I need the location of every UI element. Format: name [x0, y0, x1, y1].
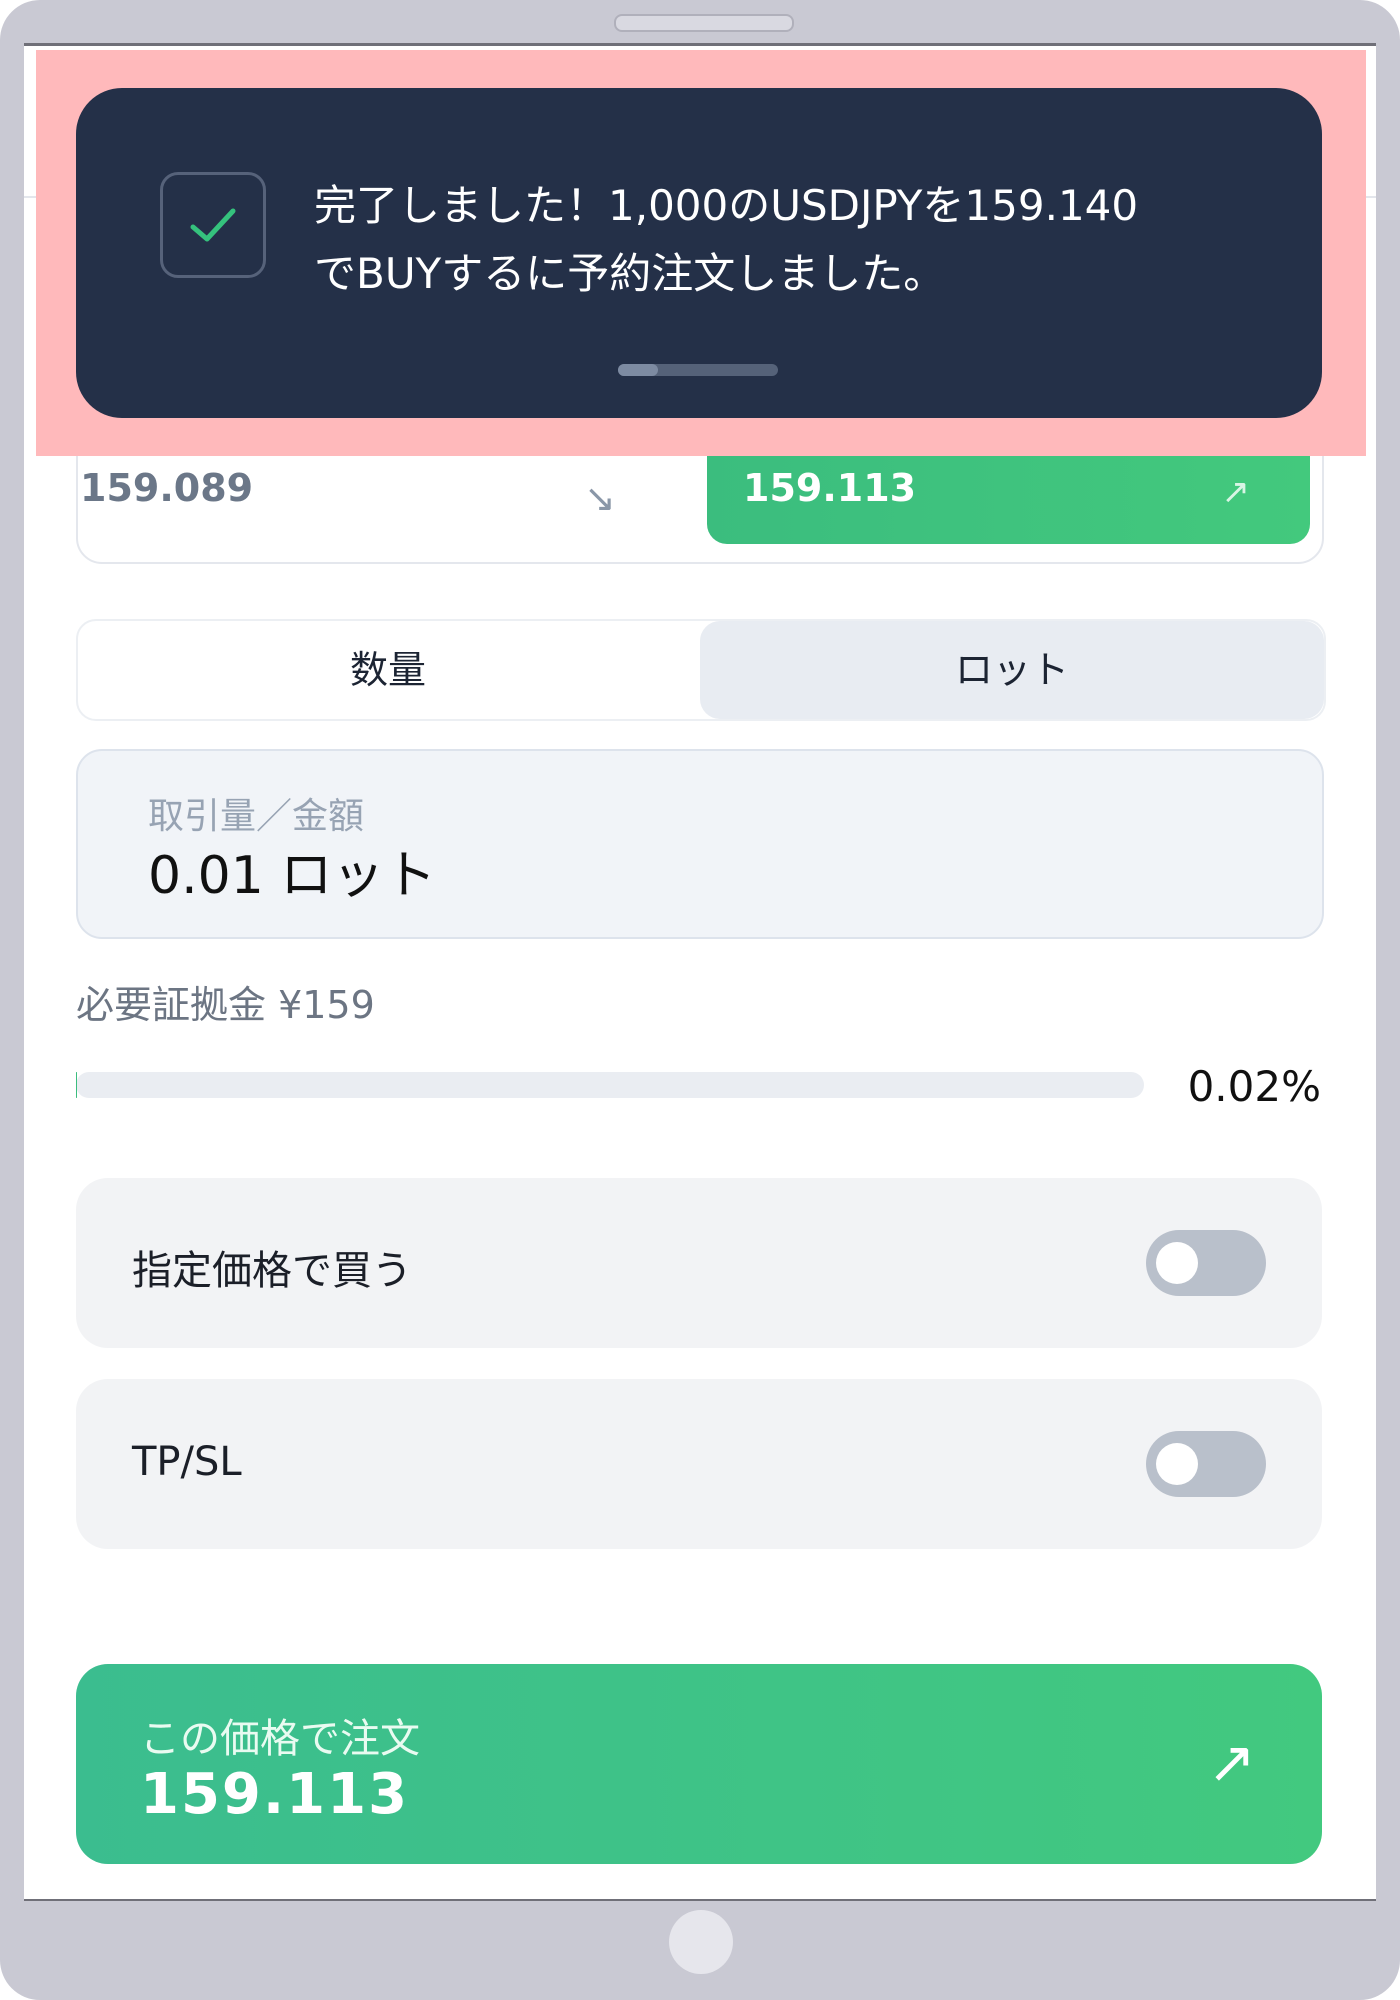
tpsl-toggle[interactable] [1146, 1431, 1266, 1497]
arrow-down-right-icon: ↘ [584, 476, 616, 520]
limit-price-row: 指定価格で買う [76, 1178, 1322, 1348]
place-order-button[interactable]: この価格で注文 159.113 ↗ [76, 1664, 1322, 1864]
toast-message-line1: 完了しました！1,000のUSDJPYを159.140 [314, 181, 1139, 230]
toast-message: 完了しました！1,000のUSDJPYを159.140 でBUYするに予約注文し… [314, 172, 1274, 308]
toggle-knob [1156, 1242, 1198, 1284]
speaker-slot [614, 14, 794, 32]
toast-progress-fill [618, 364, 658, 376]
check-icon [160, 172, 266, 278]
required-margin: 必要証拠金 ¥159 [76, 983, 375, 1027]
checkmark-icon [190, 208, 236, 242]
tab-quantity[interactable]: 数量 [78, 621, 698, 719]
arrow-up-right-icon: ↗ [1221, 472, 1251, 512]
home-button[interactable] [669, 1910, 733, 1974]
sell-price[interactable]: 159.089 [80, 466, 253, 510]
amount-label: 取引量／金額 [148, 796, 365, 837]
arrow-up-right-icon: ↗ [1207, 1728, 1256, 1796]
order-button-price: 159.113 [140, 1762, 410, 1827]
toast-message-line2: でBUYするに予約注文しました。 [314, 249, 946, 298]
tpsl-row: TP/SL [76, 1379, 1322, 1549]
margin-percent: 0.02% [1187, 1062, 1321, 1111]
margin-progress-bar [76, 1072, 1144, 1098]
unit-selector: 数量 ロット [76, 619, 1326, 721]
toggle-knob [1156, 1443, 1198, 1485]
order-button-label: この価格で注文 [140, 1716, 420, 1762]
tab-lot[interactable]: ロット [700, 621, 1324, 719]
limit-price-label: 指定価格で買う [132, 1248, 412, 1294]
tpsl-label: TP/SL [132, 1439, 242, 1485]
tablet-frame: 159.089 ↘ 159.113 ↗ 数量 ロット 取引量／金額 0.01 ロ… [0, 0, 1400, 2000]
success-toast[interactable]: 完了しました！1,000のUSDJPYを159.140 でBUYするに予約注文し… [76, 88, 1322, 418]
amount-value: 0.01 ロット [148, 846, 437, 906]
toast-progress-handle [618, 364, 778, 376]
amount-input[interactable]: 取引量／金額 0.01 ロット [76, 749, 1324, 939]
limit-price-toggle[interactable] [1146, 1230, 1266, 1296]
buy-price: 159.113 [743, 466, 917, 510]
